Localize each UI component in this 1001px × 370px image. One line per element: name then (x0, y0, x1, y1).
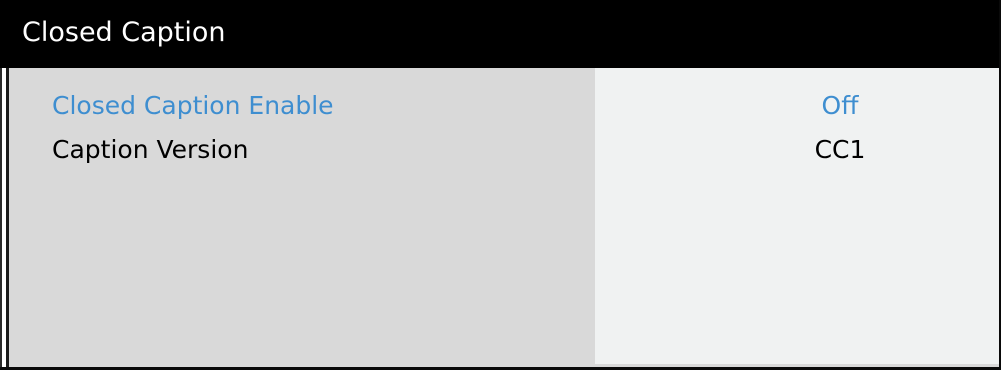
menu-item-label: Caption Version (52, 135, 249, 164)
window-title: Closed Caption (22, 17, 226, 48)
closed-caption-window: Closed Caption Closed Caption Enable Off… (0, 0, 1001, 370)
title-bar: Closed Caption (0, 0, 999, 68)
menu-item-caption-version[interactable]: Caption Version CC1 (0, 130, 990, 170)
caption-version-value[interactable]: CC1 (790, 130, 890, 170)
menu-item-closed-caption-enable[interactable]: Closed Caption Enable Off (0, 86, 990, 126)
menu-item-label: Closed Caption Enable (52, 91, 334, 120)
closed-caption-enable-value[interactable]: Off (790, 86, 890, 126)
